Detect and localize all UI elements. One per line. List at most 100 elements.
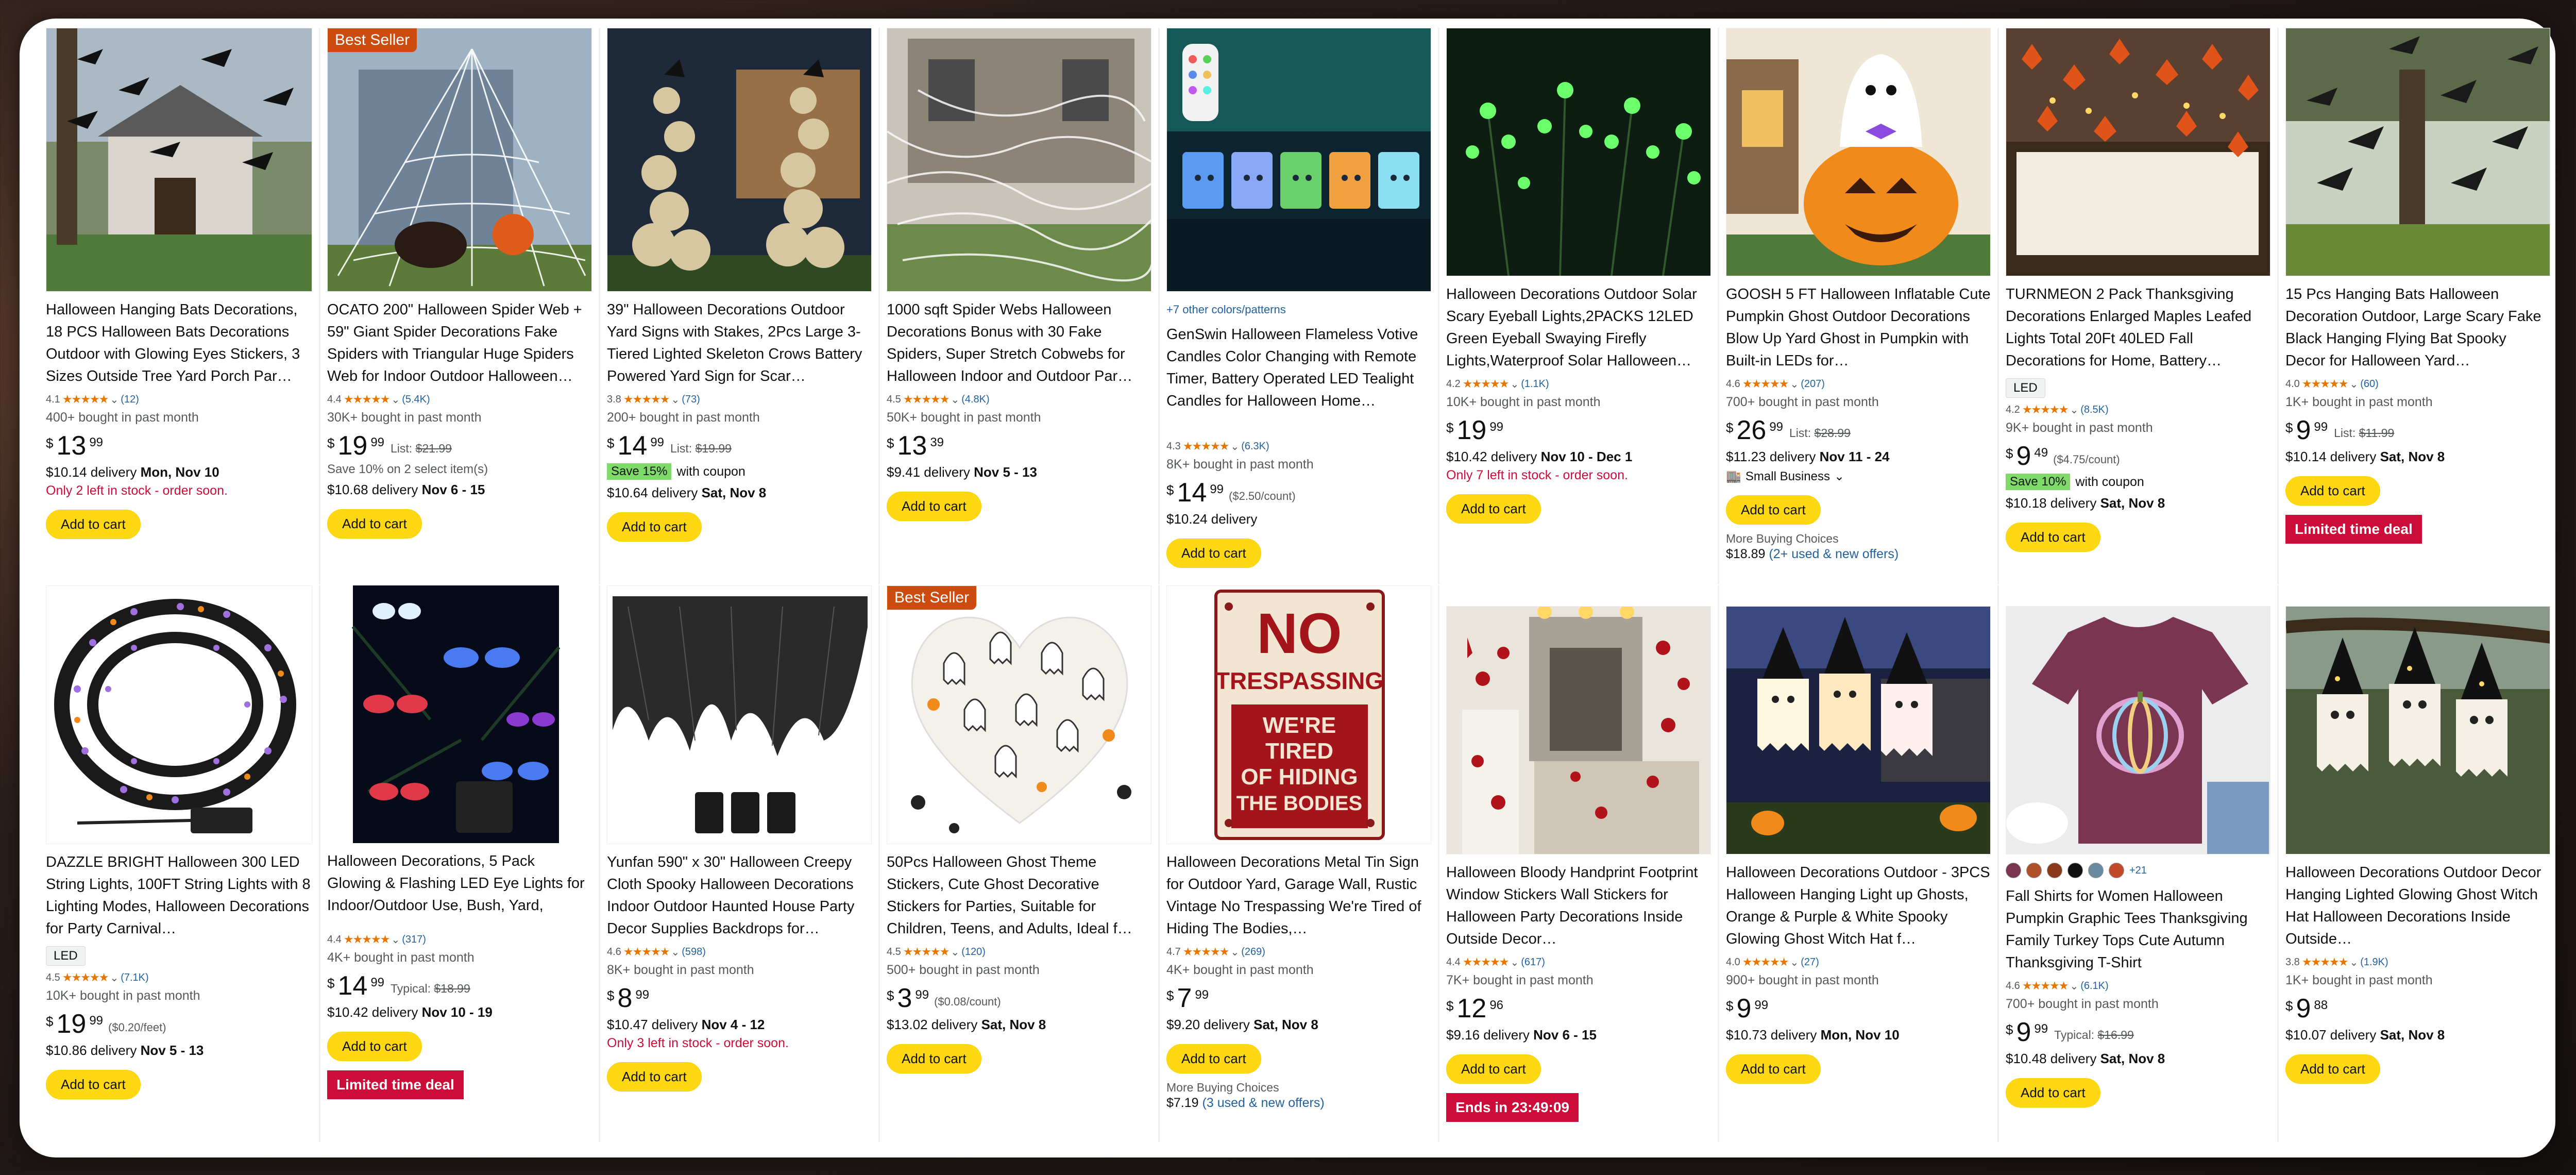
- review-count[interactable]: (617): [1521, 956, 1545, 968]
- product-title[interactable]: Halloween Hanging Bats Decorations, 18 P…: [46, 299, 312, 388]
- add-to-cart-button[interactable]: Add to cart: [1166, 539, 1261, 568]
- review-count[interactable]: (27): [1801, 956, 1819, 968]
- review-count[interactable]: (120): [961, 946, 986, 958]
- product-image[interactable]: [1446, 606, 1711, 854]
- price[interactable]: $9 99 Typical: $16.99: [2006, 1019, 2270, 1046]
- price[interactable]: $8 99: [607, 985, 872, 1012]
- add-to-cart-button[interactable]: Add to cart: [1726, 495, 1821, 525]
- review-count[interactable]: (8.5K): [2080, 404, 2108, 416]
- product-image[interactable]: [327, 585, 592, 843]
- add-to-cart-button[interactable]: Add to cart: [1446, 1054, 1541, 1084]
- rating[interactable]: 4.1 ★★★★★ ⌄ (12): [46, 393, 312, 406]
- rating[interactable]: 4.4 ★★★★★ ⌄ (5.4K): [327, 393, 592, 406]
- product-title[interactable]: 50Pcs Halloween Ghost Theme Stickers, Cu…: [887, 851, 1151, 940]
- product-title[interactable]: Fall Shirts for Women Halloween Pumpkin …: [2006, 885, 2270, 974]
- product-title[interactable]: 39" Halloween Decorations Outdoor Yard S…: [607, 299, 872, 388]
- product-image[interactable]: Best Seller: [887, 585, 1151, 844]
- price[interactable]: $9 99 List: $11.99: [2285, 417, 2550, 444]
- offers-link[interactable]: (3 used & new offers): [1202, 1096, 1325, 1110]
- product-title[interactable]: Halloween Decorations, 5 Pack Glowing & …: [327, 850, 592, 917]
- review-count[interactable]: (1.9K): [2360, 956, 2388, 968]
- product-title[interactable]: 1000 sqft Spider Webs Halloween Decorati…: [887, 299, 1151, 388]
- product-image[interactable]: [46, 28, 312, 292]
- review-count[interactable]: (6.1K): [2080, 980, 2108, 992]
- rating[interactable]: 4.2 ★★★★★ ⌄ (1.1K): [1446, 377, 1711, 391]
- price[interactable]: $13 39: [887, 432, 1151, 459]
- product-image[interactable]: [1446, 28, 1711, 276]
- product-title[interactable]: OCATO 200" Halloween Spider Web + 59" Gi…: [327, 299, 592, 388]
- review-count[interactable]: (7.1K): [121, 972, 148, 984]
- add-to-cart-button[interactable]: Add to cart: [887, 1044, 981, 1073]
- product-card[interactable]: Halloween Decorations Outdoor Solar Scar…: [1438, 28, 1718, 584]
- product-card[interactable]: Halloween Decorations Outdoor - 3PCS Hal…: [1718, 585, 1997, 1142]
- offers-link[interactable]: (2+ used & new offers): [1769, 547, 1899, 561]
- product-image[interactable]: [607, 585, 872, 844]
- price[interactable]: $9 49 ($4.75/count): [2006, 443, 2270, 469]
- product-title[interactable]: DAZZLE BRIGHT Halloween 300 LED String L…: [46, 851, 312, 940]
- product-title[interactable]: 15 Pcs Hanging Bats Halloween Decoration…: [2285, 283, 2550, 372]
- product-title[interactable]: Halloween Decorations Outdoor Solar Scar…: [1446, 283, 1711, 372]
- product-card[interactable]: Best Seller 50Pcs Halloween Ghost Theme …: [878, 585, 1158, 1142]
- add-to-cart-button[interactable]: Add to cart: [1726, 1054, 1821, 1084]
- product-card[interactable]: 1000 sqft Spider Webs Halloween Decorati…: [878, 28, 1158, 584]
- price[interactable]: $3 99 ($0.08/count): [887, 985, 1151, 1012]
- product-card[interactable]: NO TRESPASSING WE'RE TIRED OF HIDING THE…: [1158, 585, 1438, 1142]
- product-card[interactable]: Halloween Decorations, 5 Pack Glowing & …: [319, 585, 599, 1142]
- rating[interactable]: 4.6 ★★★★★ ⌄ (6.1K): [2006, 979, 2270, 993]
- product-image[interactable]: [607, 28, 872, 292]
- rating[interactable]: 4.4 ★★★★★ ⌄ (317): [327, 933, 592, 946]
- product-card[interactable]: Halloween Hanging Bats Decorations, 18 P…: [39, 28, 319, 584]
- add-to-cart-button[interactable]: Add to cart: [1446, 494, 1541, 524]
- swatch-blue[interactable]: [2088, 863, 2104, 878]
- review-count[interactable]: (12): [121, 394, 139, 406]
- rating[interactable]: 4.5 ★★★★★ ⌄ (120): [887, 945, 1151, 959]
- product-image[interactable]: NO TRESPASSING WE'RE TIRED OF HIDING THE…: [1166, 585, 1431, 844]
- price[interactable]: $14 99 Typical: $18.99: [327, 972, 592, 999]
- price[interactable]: $19 99: [1446, 417, 1711, 444]
- rating[interactable]: 4.0 ★★★★★ ⌄ (60): [2285, 377, 2550, 391]
- price[interactable]: $12 96: [1446, 995, 1711, 1022]
- rating[interactable]: 4.5 ★★★★★ ⌄ (4.8K): [887, 393, 1151, 406]
- product-image[interactable]: [1726, 28, 1991, 276]
- review-count[interactable]: (73): [682, 394, 700, 406]
- product-title[interactable]: Halloween Decorations Metal Tin Sign for…: [1166, 851, 1431, 940]
- rating[interactable]: 4.5 ★★★★★ ⌄ (7.1K): [46, 971, 312, 984]
- add-to-cart-button[interactable]: Add to cart: [327, 1032, 422, 1061]
- coupon[interactable]: Save 15% with coupon: [607, 463, 872, 480]
- rating[interactable]: 3.8 ★★★★★ ⌄ (1.9K): [2285, 955, 2550, 969]
- price[interactable]: $14 99 ($2.50/count): [1166, 479, 1431, 506]
- price[interactable]: $26 99 List: $28.99: [1726, 417, 1991, 444]
- product-card[interactable]: Halloween Decorations Outdoor Decor Hang…: [2277, 585, 2557, 1142]
- product-title[interactable]: Halloween Decorations Outdoor - 3PCS Hal…: [1726, 862, 1991, 950]
- product-image[interactable]: [2285, 28, 2550, 276]
- review-count[interactable]: (269): [1241, 946, 1265, 958]
- more-buying-choices[interactable]: $7.19 (3 used & new offers): [1166, 1096, 1431, 1111]
- rating[interactable]: 4.2 ★★★★★ ⌄ (8.5K): [2006, 403, 2270, 416]
- rating[interactable]: 3.8 ★★★★★ ⌄ (73): [607, 393, 872, 406]
- more-buying-choices[interactable]: $18.89 (2+ used & new offers): [1726, 547, 1991, 562]
- add-to-cart-button[interactable]: Add to cart: [887, 492, 981, 521]
- rating[interactable]: 4.6 ★★★★★ ⌄ (598): [607, 945, 872, 959]
- rating[interactable]: 4.0 ★★★★★ ⌄ (27): [1726, 955, 1991, 969]
- add-to-cart-button[interactable]: Add to cart: [2006, 523, 2100, 552]
- rating[interactable]: 4.7 ★★★★★ ⌄ (269): [1166, 945, 1431, 959]
- add-to-cart-button[interactable]: Add to cart: [2285, 476, 2380, 506]
- swatch-black[interactable]: [2067, 863, 2083, 878]
- price[interactable]: $9 99: [1726, 995, 1991, 1022]
- product-image[interactable]: Best Seller: [327, 28, 592, 292]
- add-to-cart-button[interactable]: Add to cart: [2285, 1054, 2380, 1084]
- review-count[interactable]: (6.3K): [1241, 441, 1269, 452]
- coupon-badge[interactable]: Save 15%: [607, 463, 672, 480]
- product-card[interactable]: 39" Halloween Decorations Outdoor Yard S…: [599, 28, 878, 584]
- product-image[interactable]: [2285, 606, 2550, 854]
- product-title[interactable]: GOOSH 5 FT Halloween Inflatable Cute Pum…: [1726, 283, 1991, 372]
- review-count[interactable]: (4.8K): [961, 394, 989, 406]
- review-count[interactable]: (5.4K): [402, 394, 430, 406]
- product-title[interactable]: Halloween Decorations Outdoor Decor Hang…: [2285, 862, 2550, 950]
- add-to-cart-button[interactable]: Add to cart: [607, 1062, 702, 1092]
- add-to-cart-button[interactable]: Add to cart: [1166, 1044, 1261, 1073]
- swatch-rust[interactable]: [2026, 863, 2042, 878]
- product-card[interactable]: Halloween Bloody Handprint Footprint Win…: [1438, 585, 1718, 1142]
- product-image[interactable]: [1726, 606, 1991, 854]
- price[interactable]: $19 99 List: $21.99: [327, 432, 592, 459]
